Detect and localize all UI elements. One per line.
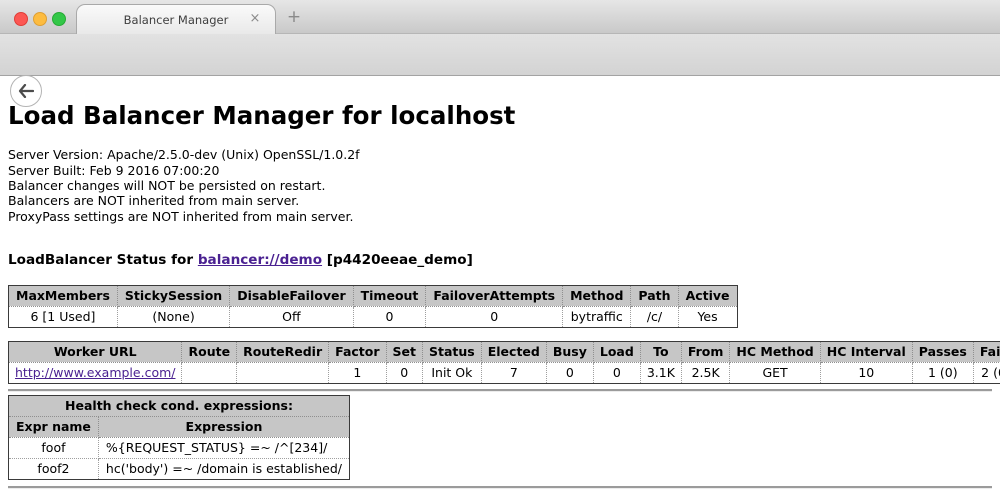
column-header: Set (386, 341, 422, 362)
table-row: foof2 hc('body') =~ /domain is establish… (9, 458, 350, 479)
column-header: DisableFailover (230, 285, 353, 306)
table-cell: 1 (0) (912, 362, 973, 383)
column-header: To (640, 341, 681, 362)
table-row: 6 [1 Used] (None) Off 0 0 bytraffic /c/ … (9, 306, 738, 327)
table-row: http://www.example.com/ 1 0 Init Ok 7 0 … (9, 362, 1000, 383)
column-header: From (681, 341, 730, 362)
loadbalancer-status-heading: LoadBalancer Status for balancer://demo … (8, 252, 992, 268)
back-button[interactable] (10, 75, 42, 107)
table-cell: 3.1K (640, 362, 681, 383)
proxypass-notice-line: ProxyPass settings are NOT inherited fro… (8, 209, 992, 224)
worker-url-link[interactable]: http://www.example.com/ (15, 365, 175, 380)
column-header: Path (631, 285, 678, 306)
column-header: Status (423, 341, 482, 362)
balancer-demo-link[interactable]: balancer://demo (198, 252, 322, 268)
table-header-row: MaxMembers StickySession DisableFailover… (9, 285, 738, 306)
expression-cell: hc('body') =~ /domain is established/ (98, 458, 349, 479)
tab-close-icon[interactable]: × (247, 11, 263, 27)
column-header: StickySession (117, 285, 229, 306)
column-header: Timeout (353, 285, 426, 306)
new-tab-button[interactable]: + (284, 5, 304, 29)
table-cell: GET (730, 362, 820, 383)
column-header: Fails (973, 341, 1000, 362)
table-cell: (None) (117, 306, 229, 327)
table-header-row: Expr name Expression (9, 416, 350, 437)
table-cell: 6 [1 Used] (9, 306, 118, 327)
column-header: Worker URL (9, 341, 182, 362)
column-header: Active (678, 285, 737, 306)
table-cell: 10 (820, 362, 912, 383)
expr-name-cell: foof (9, 437, 99, 458)
table-header-row: Worker URL Route RouteRedir Factor Set S… (9, 341, 1000, 362)
table-cell: /c/ (631, 306, 678, 327)
column-header: Expression (98, 416, 349, 437)
table-cell: 0 (593, 362, 640, 383)
expr-name-cell: foof2 (9, 458, 99, 479)
page-title: Load Balancer Manager for localhost (8, 101, 992, 130)
health-check-table: Health check cond. expressions: Expr nam… (8, 395, 350, 480)
navigation-toolbar: localhost:8880/balancer-manager Search ☆ (0, 34, 1000, 76)
server-info: Server Version: Apache/2.5.0-dev (Unix) … (8, 147, 992, 223)
horizontal-rule (8, 486, 992, 489)
column-header: Passes (912, 341, 973, 362)
back-arrow-icon (18, 84, 34, 98)
table-cell: 2 (0) (973, 362, 1000, 383)
server-version-line: Server Version: Apache/2.5.0-dev (Unix) … (8, 147, 992, 162)
table-cell: 1 (329, 362, 386, 383)
table-cell: 0 (426, 306, 563, 327)
table-cell (237, 362, 329, 383)
zoom-window-button[interactable] (52, 12, 66, 26)
health-table-title: Health check cond. expressions: (9, 395, 350, 416)
column-header: RouteRedir (237, 341, 329, 362)
worker-status-table: Worker URL Route RouteRedir Factor Set S… (8, 341, 1000, 384)
balancer-settings-table: MaxMembers StickySession DisableFailover… (8, 285, 738, 328)
balancers-notice-line: Balancers are NOT inherited from main se… (8, 193, 992, 208)
expression-cell: %{REQUEST_STATUS} =~ /^[234]/ (98, 437, 349, 458)
page-content: Load Balancer Manager for localhost Serv… (0, 76, 1000, 491)
table-cell: 0 (546, 362, 593, 383)
column-header: Elected (481, 341, 546, 362)
table-cell: Init Ok (423, 362, 482, 383)
close-window-button[interactable] (14, 12, 28, 26)
column-header: Factor (329, 341, 386, 362)
table-row: foof %{REQUEST_STATUS} =~ /^[234]/ (9, 437, 350, 458)
browser-tab[interactable]: Balancer Manager × (76, 4, 276, 34)
worker-url-cell: http://www.example.com/ (9, 362, 182, 383)
column-header: HC Interval (820, 341, 912, 362)
table-cell: 0 (353, 306, 426, 327)
server-built-line: Server Built: Feb 9 2016 07:00:20 (8, 163, 992, 178)
table-cell: Yes (678, 306, 737, 327)
column-header: Busy (546, 341, 593, 362)
table-cell: 0 (386, 362, 422, 383)
status-heading-prefix: LoadBalancer Status for (8, 252, 198, 268)
column-header: HC Method (730, 341, 820, 362)
titlebar: Balancer Manager × + (0, 0, 1000, 34)
table-title-row: Health check cond. expressions: (9, 395, 350, 416)
table-cell: 7 (481, 362, 546, 383)
tab-title: Balancer Manager (124, 13, 229, 27)
column-header: MaxMembers (9, 285, 118, 306)
horizontal-rule (8, 389, 992, 392)
persist-notice-line: Balancer changes will NOT be persisted o… (8, 178, 992, 193)
column-header: Expr name (9, 416, 99, 437)
status-heading-suffix: [p4420eeae_demo] (322, 252, 473, 268)
table-cell: 2.5K (681, 362, 730, 383)
table-cell: Off (230, 306, 353, 327)
column-header: FailoverAttempts (426, 285, 563, 306)
table-cell: bytraffic (563, 306, 631, 327)
table-cell (182, 362, 237, 383)
column-header: Load (593, 341, 640, 362)
column-header: Method (563, 285, 631, 306)
column-header: Route (182, 341, 237, 362)
minimize-window-button[interactable] (33, 12, 47, 26)
